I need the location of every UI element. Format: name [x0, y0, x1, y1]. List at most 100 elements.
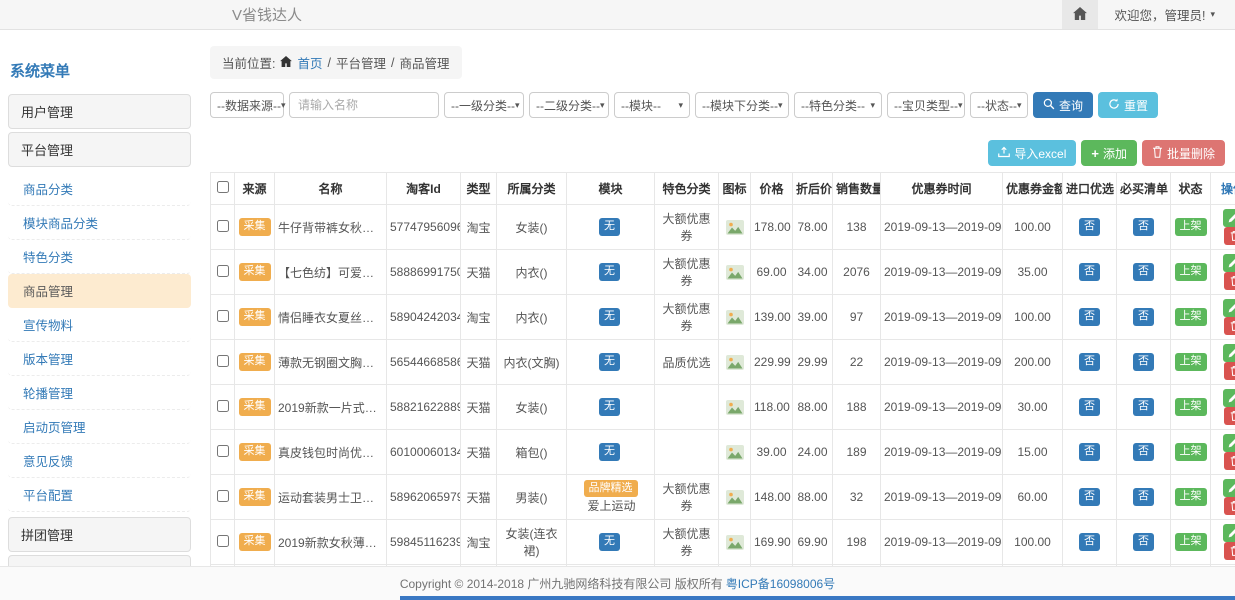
- sidebar-sub-item[interactable]: 平台配置: [8, 478, 191, 512]
- edit-button[interactable]: [1223, 344, 1235, 362]
- user-menu[interactable]: 欢迎您，管理员! ▾: [1098, 5, 1235, 24]
- discount-price-cell: 69.90: [793, 520, 833, 565]
- row-checkbox[interactable]: [217, 355, 229, 367]
- sidebar-sub-item[interactable]: 商品管理: [8, 274, 191, 308]
- edit-button[interactable]: [1223, 389, 1235, 407]
- row-checkbox[interactable]: [217, 490, 229, 502]
- category-cell: 女装(): [497, 205, 567, 250]
- type-cell: 天猫: [461, 430, 497, 475]
- must-buy-badge[interactable]: 否: [1133, 308, 1154, 326]
- coupon-time-cell: 2019-09-13—2019-09-20: [881, 430, 1003, 475]
- import-select-cell: 否: [1063, 430, 1117, 475]
- edit-button[interactable]: [1223, 524, 1235, 542]
- source-badge: 采集: [239, 308, 271, 326]
- filter-select[interactable]: --二级分类-- ▾: [529, 92, 609, 118]
- row-checkbox[interactable]: [217, 445, 229, 457]
- sidebar-sub-item[interactable]: 商品分类: [8, 172, 191, 206]
- delete-button[interactable]: [1224, 452, 1235, 470]
- taoke-id-cell: 589042420344: [387, 295, 461, 340]
- must-buy-badge[interactable]: 否: [1133, 263, 1154, 281]
- must-buy-badge[interactable]: 否: [1133, 398, 1154, 416]
- icp-link[interactable]: 粤ICP备16098006号: [726, 575, 835, 592]
- status-badge[interactable]: 上架: [1175, 398, 1207, 416]
- delete-button[interactable]: [1224, 362, 1235, 380]
- sidebar-panel[interactable]: 拼团管理: [8, 517, 191, 552]
- breadcrumb-home-link[interactable]: 首页: [297, 53, 322, 72]
- row-checkbox[interactable]: [217, 400, 229, 412]
- import-select-badge[interactable]: 否: [1079, 398, 1100, 416]
- filter-select[interactable]: --模块-- ▾: [614, 92, 690, 118]
- filter-select[interactable]: --一级分类-- ▾: [444, 92, 524, 118]
- must-buy-badge[interactable]: 否: [1133, 218, 1154, 236]
- import-select-badge[interactable]: 否: [1079, 443, 1100, 461]
- type-cell: 天猫: [461, 475, 497, 520]
- row-checkbox[interactable]: [217, 220, 229, 232]
- filter-select[interactable]: --宝贝类型-- ▾: [887, 92, 965, 118]
- sidebar-sub-item[interactable]: 版本管理: [8, 342, 191, 376]
- ops-cell: [1211, 295, 1235, 340]
- sidebar-sub-item[interactable]: 特色分类: [8, 240, 191, 274]
- edit-button[interactable]: [1223, 479, 1235, 497]
- import-select-badge[interactable]: 否: [1079, 533, 1100, 551]
- must-buy-badge[interactable]: 否: [1133, 353, 1154, 371]
- import-select-badge[interactable]: 否: [1079, 218, 1100, 236]
- delete-button[interactable]: [1224, 497, 1235, 515]
- edit-button[interactable]: [1223, 209, 1235, 227]
- must-buy-badge[interactable]: 否: [1133, 488, 1154, 506]
- row-checkbox[interactable]: [217, 310, 229, 322]
- module-badge: 无: [599, 218, 620, 236]
- edit-button[interactable]: [1223, 254, 1235, 272]
- import-select-badge[interactable]: 否: [1079, 308, 1100, 326]
- filter-select[interactable]: --状态-- ▾: [970, 92, 1028, 118]
- column-header: 来源: [235, 173, 275, 205]
- source-cell: 采集: [235, 475, 275, 520]
- must-buy-cell: 否: [1117, 205, 1171, 250]
- sidebar-sub-item[interactable]: 意见反馈: [8, 444, 191, 478]
- sidebar-sub-item[interactable]: 启动页管理: [8, 410, 191, 444]
- sidebar-sub-item[interactable]: 模块商品分类: [8, 206, 191, 240]
- sidebar-panel[interactable]: 用户管理: [8, 94, 191, 129]
- import-select-badge[interactable]: 否: [1079, 353, 1100, 371]
- sidebar-sub-item[interactable]: 轮播管理: [8, 376, 191, 410]
- edit-button[interactable]: [1223, 434, 1235, 452]
- status-badge[interactable]: 上架: [1175, 488, 1207, 506]
- filter-select[interactable]: --模块下分类-- ▾: [695, 92, 789, 118]
- delete-button[interactable]: [1224, 542, 1235, 560]
- discount-price-cell: 39.00: [793, 295, 833, 340]
- select-all-checkbox[interactable]: [217, 181, 229, 193]
- coupon-time-cell: 2019-09-13—2019-09-15: [881, 475, 1003, 520]
- import-select-badge[interactable]: 否: [1079, 488, 1100, 506]
- search-button[interactable]: 查询: [1033, 92, 1093, 118]
- category-cell: 女装(连衣裙): [497, 520, 567, 565]
- row-checkbox[interactable]: [217, 265, 229, 277]
- sidebar-panel[interactable]: 平台管理: [8, 132, 191, 167]
- status-badge[interactable]: 上架: [1175, 533, 1207, 551]
- sidebar-top-panels: 用户管理 平台管理: [8, 94, 191, 167]
- batch-delete-button[interactable]: 批量删除: [1142, 140, 1225, 166]
- delete-button[interactable]: [1224, 272, 1235, 290]
- must-buy-badge[interactable]: 否: [1133, 533, 1154, 551]
- status-badge[interactable]: 上架: [1175, 218, 1207, 236]
- data-source-select[interactable]: --数据来源-- ▾: [210, 92, 284, 118]
- filter-select[interactable]: --特色分类-- ▾: [794, 92, 882, 118]
- status-badge[interactable]: 上架: [1175, 263, 1207, 281]
- reset-button[interactable]: 重置: [1098, 92, 1158, 118]
- add-button[interactable]: + 添加: [1081, 140, 1137, 166]
- name-search-input[interactable]: [289, 92, 439, 118]
- must-buy-badge[interactable]: 否: [1133, 443, 1154, 461]
- category-cell: 内衣(): [497, 250, 567, 295]
- sidebar-sub-item[interactable]: 宣传物料: [8, 308, 191, 342]
- coupon-time-cell: 2019-09-13—2019-09-17: [881, 520, 1003, 565]
- import-excel-button[interactable]: 导入excel: [988, 140, 1076, 166]
- delete-button[interactable]: [1224, 227, 1235, 245]
- delete-button[interactable]: [1224, 407, 1235, 425]
- filter-select-value: --二级分类--: [536, 97, 600, 114]
- import-select-badge[interactable]: 否: [1079, 263, 1100, 281]
- edit-button[interactable]: [1223, 299, 1235, 317]
- status-badge[interactable]: 上架: [1175, 353, 1207, 371]
- row-checkbox[interactable]: [217, 535, 229, 547]
- home-button[interactable]: [1062, 0, 1098, 29]
- status-badge[interactable]: 上架: [1175, 308, 1207, 326]
- status-badge[interactable]: 上架: [1175, 443, 1207, 461]
- delete-button[interactable]: [1224, 317, 1235, 335]
